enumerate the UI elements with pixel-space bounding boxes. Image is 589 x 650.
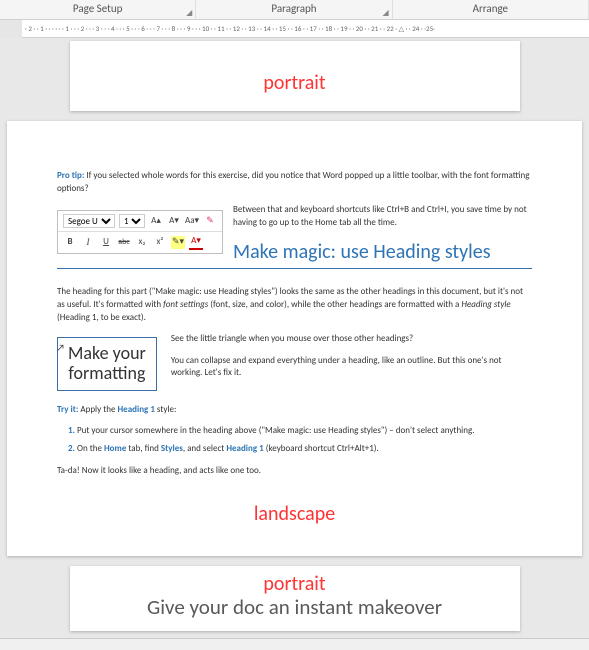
format-painter-icon[interactable]: ✎ — [203, 215, 217, 228]
dialog-launcher-icon[interactable]: ◢ — [186, 8, 192, 18]
step-2: On the Home tab, find Styles, and select… — [77, 443, 532, 456]
step-1: Put your cursor somewhere in the heading… — [77, 425, 532, 438]
underline-icon[interactable]: U — [99, 236, 113, 249]
shrink-font-icon[interactable]: A▾ — [167, 215, 181, 228]
change-case-icon[interactable]: Aa▾ — [185, 215, 199, 228]
orientation-overlay-portrait-2: portrait — [263, 572, 325, 596]
ribbon-group-paragraph[interactable]: Paragraph ◢ — [196, 0, 392, 19]
steps-list: Put your cursor somewhere in the heading… — [77, 425, 532, 455]
highlight-icon[interactable]: ✎▾ — [171, 236, 185, 249]
pro-tip-paragraph: Pro tip: If you selected whole words for… — [57, 170, 532, 195]
ribbon-group-page-setup[interactable]: Page Setup ◢ — [0, 0, 196, 19]
ruler-margin — [0, 20, 22, 38]
format-box-line1: Make your — [68, 344, 146, 364]
document-content[interactable]: Pro tip: If you selected whole words for… — [57, 170, 532, 477]
try-it-label: Try it: — [57, 404, 78, 415]
status-bar[interactable] — [0, 638, 589, 650]
horizontal-ruler[interactable]: · 2 · · 1 · · · · · · 1 · · · 2 · · · 3 … — [0, 20, 589, 38]
ribbon-group-label: Paragraph — [271, 2, 316, 15]
styles-link: Styles — [161, 443, 183, 454]
font-family-select[interactable]: Segoe UI — [63, 214, 115, 228]
ribbon-group-label: Page Setup — [73, 2, 122, 15]
page-3-portrait[interactable]: portrait Give your doc an instant makeov… — [70, 566, 520, 631]
heading-explain-paragraph: The heading for this part ("Make magic: … — [57, 286, 532, 324]
toolbar-row-2: B I U abc x₂ x² ✎▾ A▾ — [58, 232, 222, 253]
page-1-portrait[interactable]: portrait — [70, 41, 520, 111]
toolbar-row-1: Segoe UI 11 A▴ A▾ Aa▾ ✎ — [58, 211, 222, 232]
heading-makeover[interactable]: Give your doc an instant makeover — [70, 594, 520, 620]
pro-tip-label: Pro tip: — [57, 170, 84, 181]
grow-font-icon[interactable]: A▴ — [149, 215, 163, 228]
dialog-launcher-icon[interactable]: ◢ — [383, 8, 389, 18]
strike-icon[interactable]: abc — [117, 237, 131, 248]
format-box-line2: formatting — [68, 364, 146, 384]
heading-1-link: Heading 1 — [118, 404, 155, 415]
tada-paragraph: Ta-da! Now it looks like a heading, and … — [57, 465, 532, 478]
orientation-overlay-landscape: landscape — [254, 502, 335, 526]
font-color-icon[interactable]: A▾ — [189, 235, 203, 250]
try-it-paragraph: Try it: Apply the Heading 1 style: — [57, 404, 532, 417]
subscript-icon[interactable]: x₂ — [135, 236, 149, 249]
ribbon-area: Page Setup ◢ Paragraph ◢ Arrange — [0, 0, 589, 20]
page-2-landscape[interactable]: Pro tip: If you selected whole words for… — [7, 121, 582, 556]
heading1-link: Heading 1 — [226, 443, 263, 454]
italic-icon[interactable]: I — [81, 236, 95, 249]
make-your-formatting-box: Make your formatting — [57, 337, 157, 391]
pro-tip-text: If you selected whole words for this exe… — [57, 170, 529, 194]
ribbon-group-label: Arrange — [473, 2, 508, 15]
bold-icon[interactable]: B — [63, 236, 77, 249]
home-tab-link: Home — [104, 443, 126, 454]
orientation-overlay-portrait: portrait — [263, 71, 325, 95]
ribbon-group-arrange[interactable]: Arrange — [393, 0, 589, 19]
font-size-select[interactable]: 11 — [119, 214, 145, 228]
mini-format-toolbar[interactable]: Segoe UI 11 A▴ A▾ Aa▾ ✎ B I U abc x₂ x² … — [57, 210, 223, 254]
ruler-marks: · 2 · · 1 · · · · · · 1 · · · 2 · · · 3 … — [25, 24, 435, 33]
document-workspace: portrait Pro tip: If you selected whole … — [0, 38, 589, 650]
superscript-icon[interactable]: x² — [153, 236, 167, 249]
